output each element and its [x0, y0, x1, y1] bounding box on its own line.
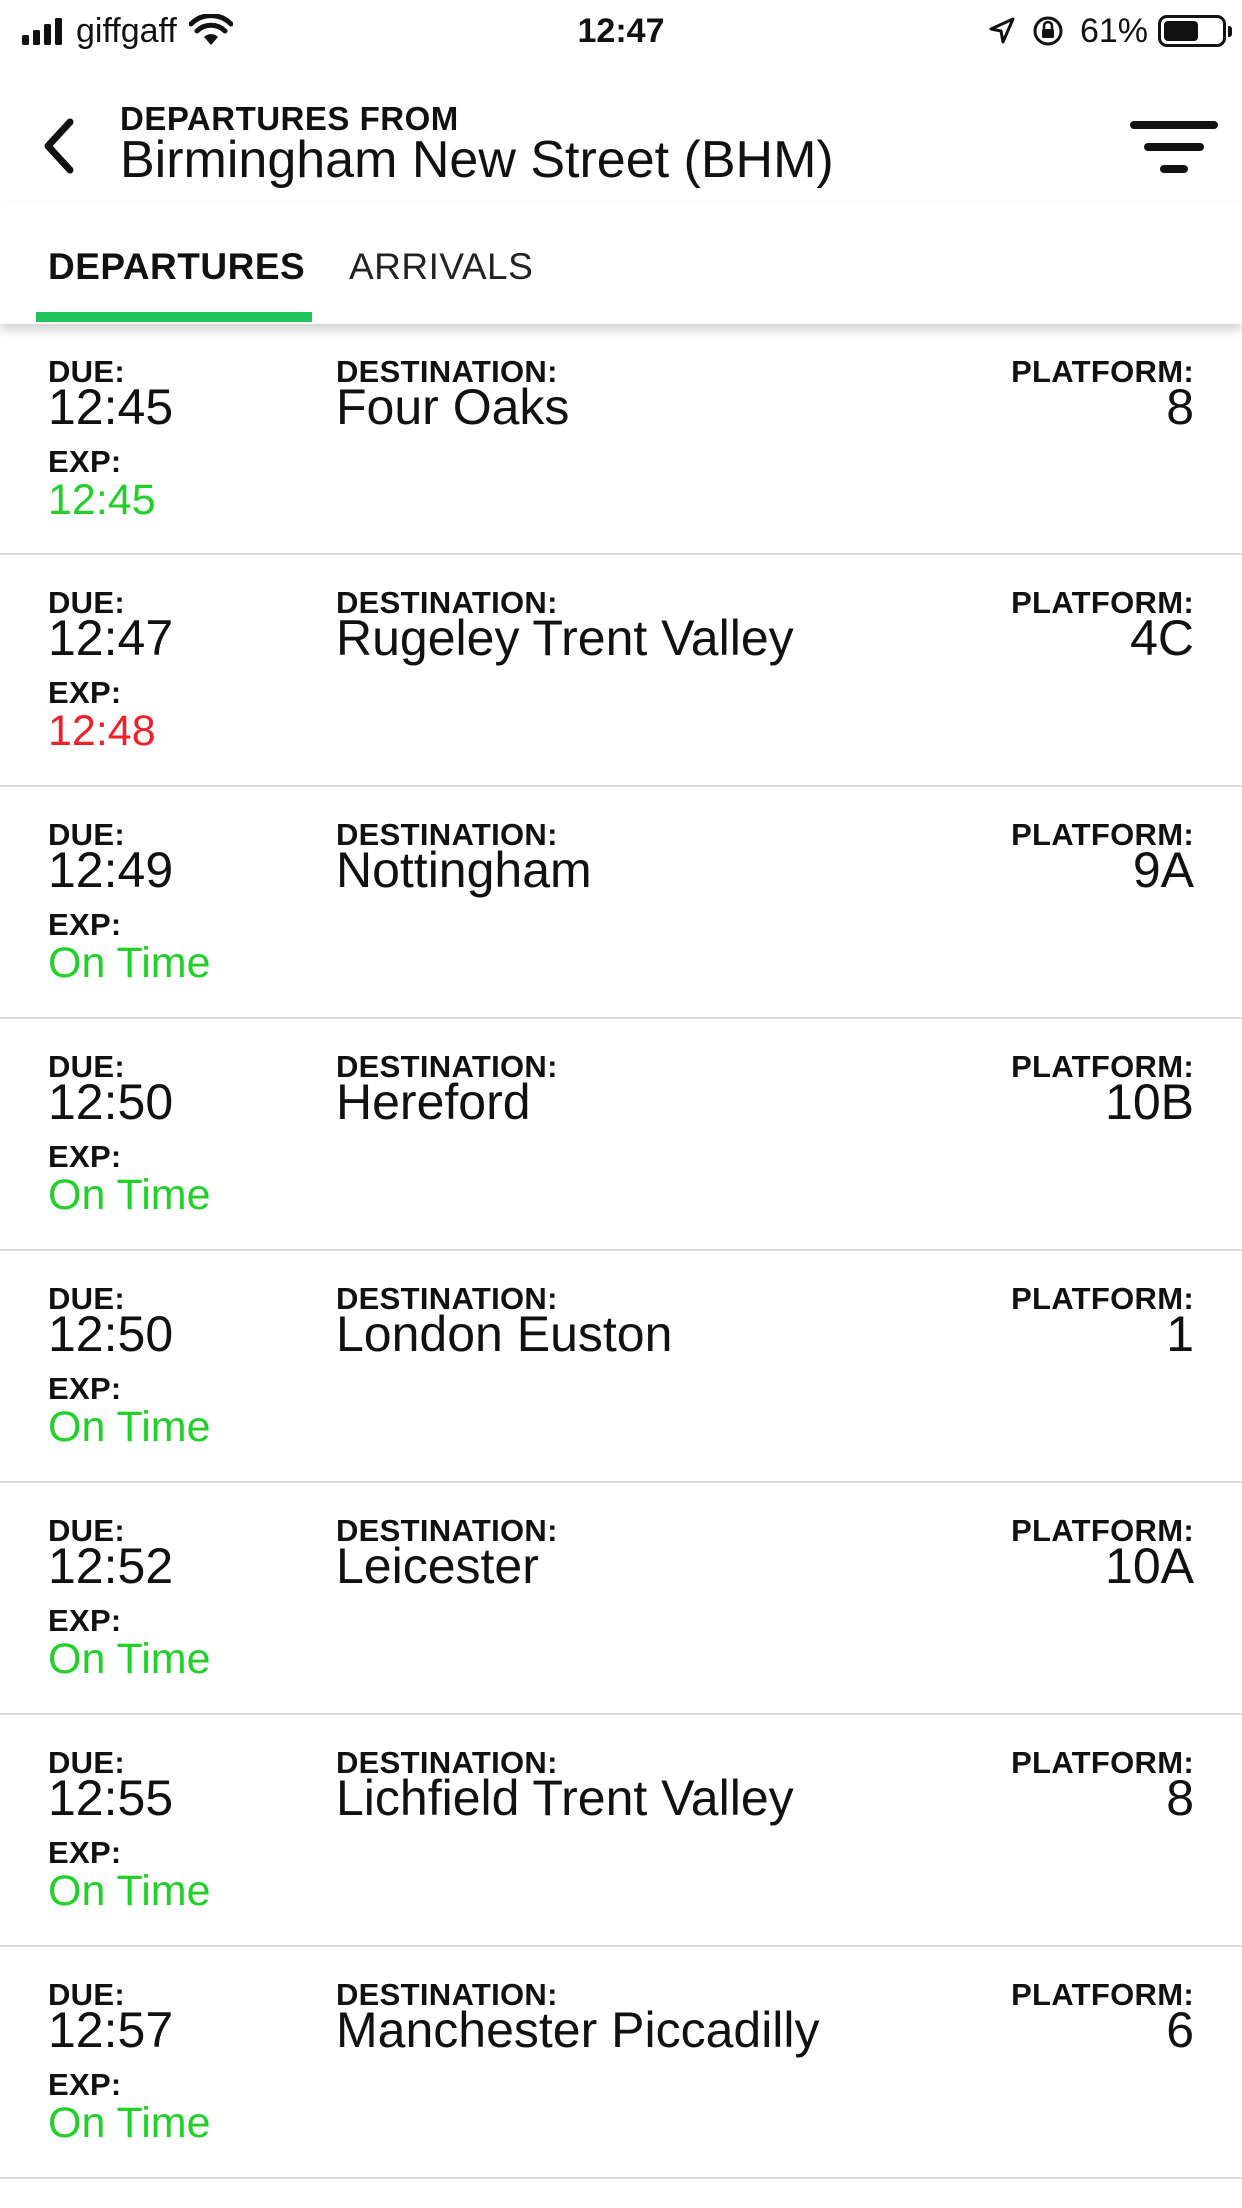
page-title: Birmingham New Street (BHM): [120, 131, 834, 189]
departure-row[interactable]: DUE: 12:45 EXP: 12:45 DESTINATION: Four Oaks P…: [0, 324, 1242, 555]
status-bar: giffgaff 12:47 61%: [0, 0, 1242, 62]
departure-row[interactable]: DUE: 12:52 EXP: On Time DESTINATION: Leiceste…: [0, 1483, 1242, 1715]
expected-label: EXP:: [48, 2067, 122, 2102]
battery-percent: 61%: [1079, 11, 1148, 50]
platform-number: 10B: [1105, 1074, 1194, 1130]
expected-time: On Time: [48, 2099, 211, 2147]
back-button[interactable]: [28, 110, 88, 182]
platform-number: 6: [1166, 2002, 1194, 2058]
battery-icon: [1158, 15, 1232, 47]
departure-row[interactable]: DUE: 12:49 EXP: On Time DESTINATION: Nottingh…: [0, 787, 1242, 1019]
destination-name: Nottingham: [336, 842, 592, 898]
expected-time: On Time: [48, 1403, 211, 1451]
destination-name: Lichfield Trent Valley: [336, 1770, 794, 1826]
platform-number: 9A: [1132, 842, 1194, 898]
orientation-lock-icon: [1033, 16, 1063, 46]
due-time: 12:55: [48, 1770, 174, 1826]
departure-row[interactable]: DUE: 12:47 EXP: 12:48 DESTINATION: Rugeley Tr…: [0, 555, 1242, 787]
destination-name: Rugeley Trent Valley: [336, 610, 794, 666]
status-right: 61%: [988, 10, 1232, 52]
chevron-left-icon: [44, 118, 74, 174]
expected-time: On Time: [48, 1867, 211, 1915]
due-time: 12:57: [48, 2002, 174, 2058]
expected-label: EXP:: [48, 907, 122, 942]
destination-name: London Euston: [336, 1306, 673, 1362]
destination-name: Four Oaks: [336, 379, 570, 435]
due-time: 12:50: [48, 1306, 174, 1362]
filter-icon: [1130, 121, 1218, 173]
due-time: 12:52: [48, 1538, 174, 1594]
expected-time: On Time: [48, 1171, 211, 1219]
expected-label: EXP:: [48, 1139, 122, 1174]
expected-time: 12:48: [48, 707, 156, 755]
location-arrow-icon: [989, 17, 1015, 44]
due-time: 12:45: [48, 379, 174, 435]
destination-name: Hereford: [336, 1074, 531, 1130]
platform-number: 4C: [1130, 610, 1194, 666]
expected-label: EXP:: [48, 675, 122, 710]
expected-time: On Time: [48, 939, 211, 987]
departure-row[interactable]: DUE: 12:57 EXP: On Time DESTINATION: Manchest…: [0, 1947, 1242, 2179]
platform-number: 8: [1166, 1770, 1194, 1826]
expected-time: 12:45: [48, 476, 156, 524]
expected-label: EXP:: [48, 444, 122, 479]
expected-label: EXP:: [48, 1835, 122, 1870]
filter-button[interactable]: [1126, 112, 1222, 184]
due-time: 12:47: [48, 610, 174, 666]
due-time: 12:49: [48, 842, 174, 898]
due-time: 12:50: [48, 1074, 174, 1130]
platform-number: 8: [1166, 379, 1194, 435]
departure-row[interactable]: DUE: 12:50 EXP: On Time DESTINATION: London E…: [0, 1251, 1242, 1483]
expected-label: EXP:: [48, 1371, 122, 1406]
departures-list: DUE: 12:45 EXP: 12:45 DESTINATION: Four Oaks P…: [0, 324, 1242, 2179]
expected-time: On Time: [48, 1635, 211, 1683]
platform-number: 10A: [1105, 1538, 1194, 1594]
destination-name: Manchester Piccadilly: [336, 2002, 820, 2058]
header: DEPARTURES FROM Birmingham New Street (B…: [0, 62, 1242, 202]
expected-label: EXP:: [48, 1603, 122, 1638]
battery-level: [1164, 21, 1199, 41]
tab-departures[interactable]: DEPARTURES: [48, 246, 305, 288]
destination-name: Leicester: [336, 1538, 539, 1594]
departure-row[interactable]: DUE: 12:50 EXP: On Time DESTINATION: Hereford…: [0, 1019, 1242, 1251]
tab-bar: DEPARTURES ARRIVALS: [0, 202, 1242, 324]
tab-arrivals[interactable]: ARRIVALS: [349, 246, 533, 288]
departure-row[interactable]: DUE: 12:55 EXP: On Time DESTINATION: Lichfiel…: [0, 1715, 1242, 1947]
platform-number: 1: [1166, 1306, 1194, 1362]
active-tab-indicator: [36, 312, 312, 322]
